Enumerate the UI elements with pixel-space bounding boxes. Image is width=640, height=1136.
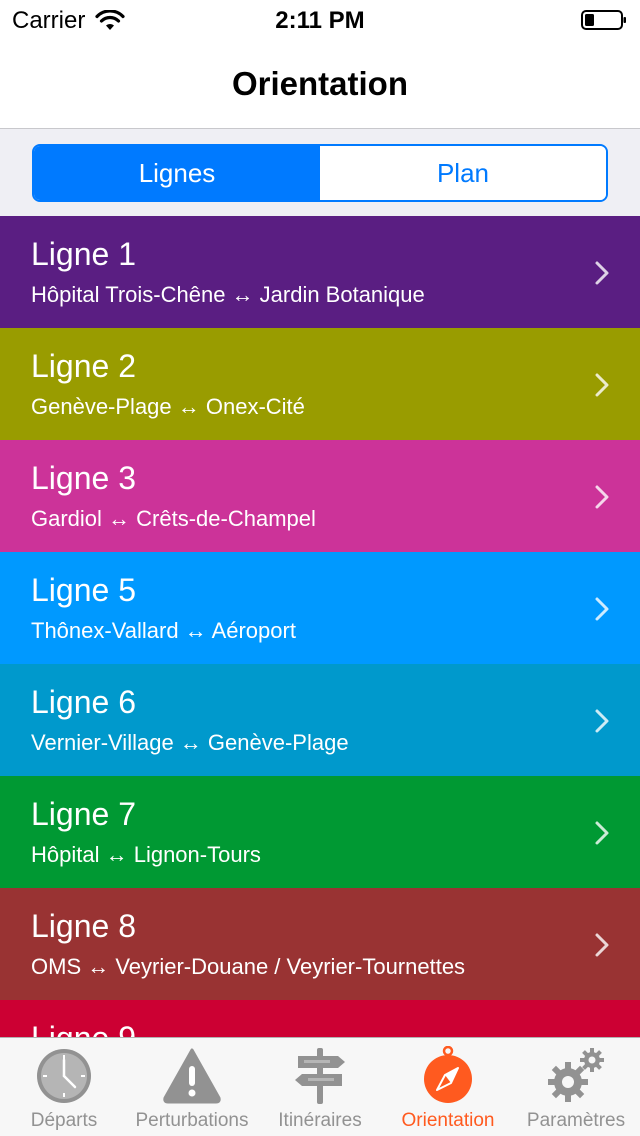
- chevron-right-icon: [595, 485, 609, 509]
- compass-icon: [424, 1046, 472, 1103]
- line-title: Ligne 5: [31, 572, 136, 608]
- tab-orientation[interactable]: Orientation: [384, 1038, 512, 1136]
- line-row-2[interactable]: Ligne 2 Genève-Plage ↔ Onex-Cité: [0, 328, 640, 440]
- line-row-6[interactable]: Ligne 6 Vernier-Village ↔ Genève-Plage: [0, 664, 640, 776]
- tab-label: Perturbations: [135, 1110, 249, 1131]
- line-title: Ligne 7: [31, 796, 136, 832]
- page-title: Orientation: [231, 65, 408, 102]
- tab-perturbations[interactable]: Perturbations: [128, 1038, 256, 1136]
- line-row-1[interactable]: Ligne 1 Hôpital Trois-Chêne ↔ Jardin Bot…: [0, 216, 640, 328]
- line-row-7[interactable]: Ligne 7 Hôpital ↔ Lignon-Tours: [0, 776, 640, 888]
- line-route: Genève-Plage ↔ Onex-Cité: [31, 394, 305, 419]
- app-screen: Carrier 2:11 PM Orientation Lignes Plan …: [0, 0, 640, 1136]
- line-route: Hôpital Trois-Chêne ↔ Jardin Botanique: [31, 282, 425, 307]
- line-title: Ligne 9: [31, 1020, 136, 1038]
- tab-departs[interactable]: Départs: [0, 1038, 128, 1136]
- tab-parametres[interactable]: Paramètres: [512, 1038, 640, 1136]
- signpost-icon: [295, 1048, 345, 1104]
- line-title: Ligne 3: [31, 460, 136, 496]
- line-list: Ligne 1 Hôpital Trois-Chêne ↔ Jardin Bot…: [0, 216, 640, 1038]
- segment-plan[interactable]: Plan: [320, 146, 606, 200]
- line-route: OMS ↔ Veyrier-Douane / Veyrier-Tournette…: [31, 954, 466, 979]
- line-title: Ligne 1: [31, 236, 136, 272]
- chevron-right-icon: [595, 933, 609, 957]
- gears-icon: [548, 1048, 604, 1102]
- line-title: Ligne 2: [31, 348, 136, 384]
- tab-label: Départs: [30, 1110, 98, 1131]
- status-time: 2:11 PM: [275, 7, 365, 34]
- line-title: Ligne 8: [31, 908, 136, 944]
- battery-icon: [581, 10, 626, 30]
- segment-area: Lignes Plan: [0, 129, 640, 216]
- line-route: Hôpital ↔ Lignon-Tours: [31, 842, 261, 867]
- status-bar: Carrier 2:11 PM: [0, 0, 640, 40]
- line-route: Gardiol ↔ Crêts-de-Champel: [31, 506, 316, 531]
- warning-icon: [163, 1048, 221, 1104]
- tab-itineraires[interactable]: Itinéraires: [256, 1038, 384, 1136]
- line-row-3[interactable]: Ligne 3 Gardiol ↔ Crêts-de-Champel: [0, 440, 640, 552]
- chevron-right-icon: [595, 373, 609, 397]
- segmented-control: Lignes Plan: [32, 144, 608, 202]
- chevron-right-icon: [595, 709, 609, 733]
- line-row-5[interactable]: Ligne 5 Thônex-Vallard ↔ Aéroport: [0, 552, 640, 664]
- chevron-right-icon: [595, 261, 609, 285]
- line-route: Thônex-Vallard ↔ Aéroport: [31, 618, 296, 643]
- tab-label: Itinéraires: [278, 1110, 362, 1131]
- chevron-right-icon: [595, 821, 609, 845]
- segment-lignes[interactable]: Lignes: [34, 146, 320, 200]
- line-title: Ligne 6: [31, 684, 136, 720]
- clock-icon: [37, 1049, 91, 1103]
- line-row-9[interactable]: Ligne 9: [0, 1000, 640, 1038]
- navigation-bar: Orientation: [0, 40, 640, 129]
- tab-label: Paramètres: [526, 1110, 626, 1131]
- tab-bar: Départs Perturbations Itinéraires Orient…: [0, 1037, 640, 1136]
- line-route: Vernier-Village ↔ Genève-Plage: [31, 730, 349, 755]
- chevron-right-icon: [595, 597, 609, 621]
- line-row-8[interactable]: Ligne 8 OMS ↔ Veyrier-Douane / Veyrier-T…: [0, 888, 640, 1000]
- tab-label: Orientation: [401, 1110, 495, 1131]
